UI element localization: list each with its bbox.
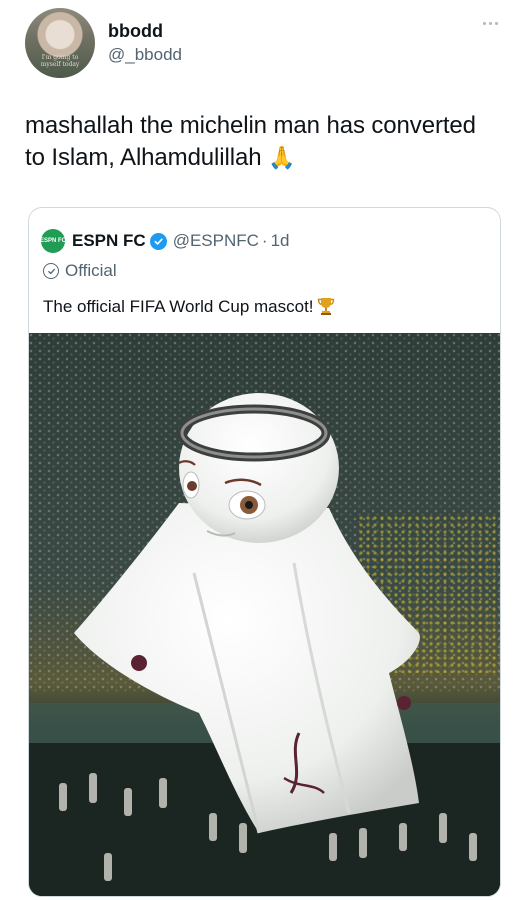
trophy-icon	[317, 298, 334, 315]
stadium-mascot-image	[29, 333, 500, 896]
tweet-header: I'm going to myself today bbodd @_bbodd	[25, 8, 505, 78]
tweet: I'm going to myself today bbodd @_bbodd …	[0, 0, 526, 900]
quoted-body: The official FIFA World Cup mascot!	[43, 297, 314, 316]
quoted-tweet-header: ESPN FC ESPN FC @ESPNFC · 1d	[40, 229, 290, 253]
author-handle[interactable]: @_bbodd	[108, 44, 182, 66]
author-names: bbodd @_bbodd	[108, 20, 182, 66]
quoted-tweet[interactable]: ESPN FC ESPN FC @ESPNFC · 1d Official Th…	[28, 207, 501, 897]
avatar[interactable]: I'm going to myself today	[25, 8, 95, 78]
official-label: Official	[43, 261, 117, 281]
avatar-caption: I'm going to myself today	[40, 54, 80, 68]
quoted-display-name[interactable]: ESPN FC	[72, 231, 146, 251]
quoted-timestamp[interactable]: 1d	[271, 231, 290, 251]
praying-hands-emoji: 🙏	[268, 145, 296, 170]
author-display-name[interactable]: bbodd	[108, 20, 182, 42]
verified-badge-icon	[149, 232, 167, 250]
mascot-photo[interactable]	[29, 333, 500, 896]
dot-separator: ·	[261, 231, 268, 250]
official-label-text: Official	[65, 261, 117, 280]
quoted-tweet-text: The official FIFA World Cup mascot!	[43, 296, 335, 318]
ellipsis-icon[interactable]	[483, 22, 505, 28]
espn-fc-logo[interactable]: ESPN FC	[40, 229, 66, 253]
quoted-handle[interactable]: @ESPNFC	[173, 231, 259, 251]
check-circle-icon	[43, 263, 59, 279]
tweet-body: mashallah the michelin man has converted…	[25, 112, 476, 171]
tweet-text: mashallah the michelin man has converted…	[25, 110, 495, 174]
